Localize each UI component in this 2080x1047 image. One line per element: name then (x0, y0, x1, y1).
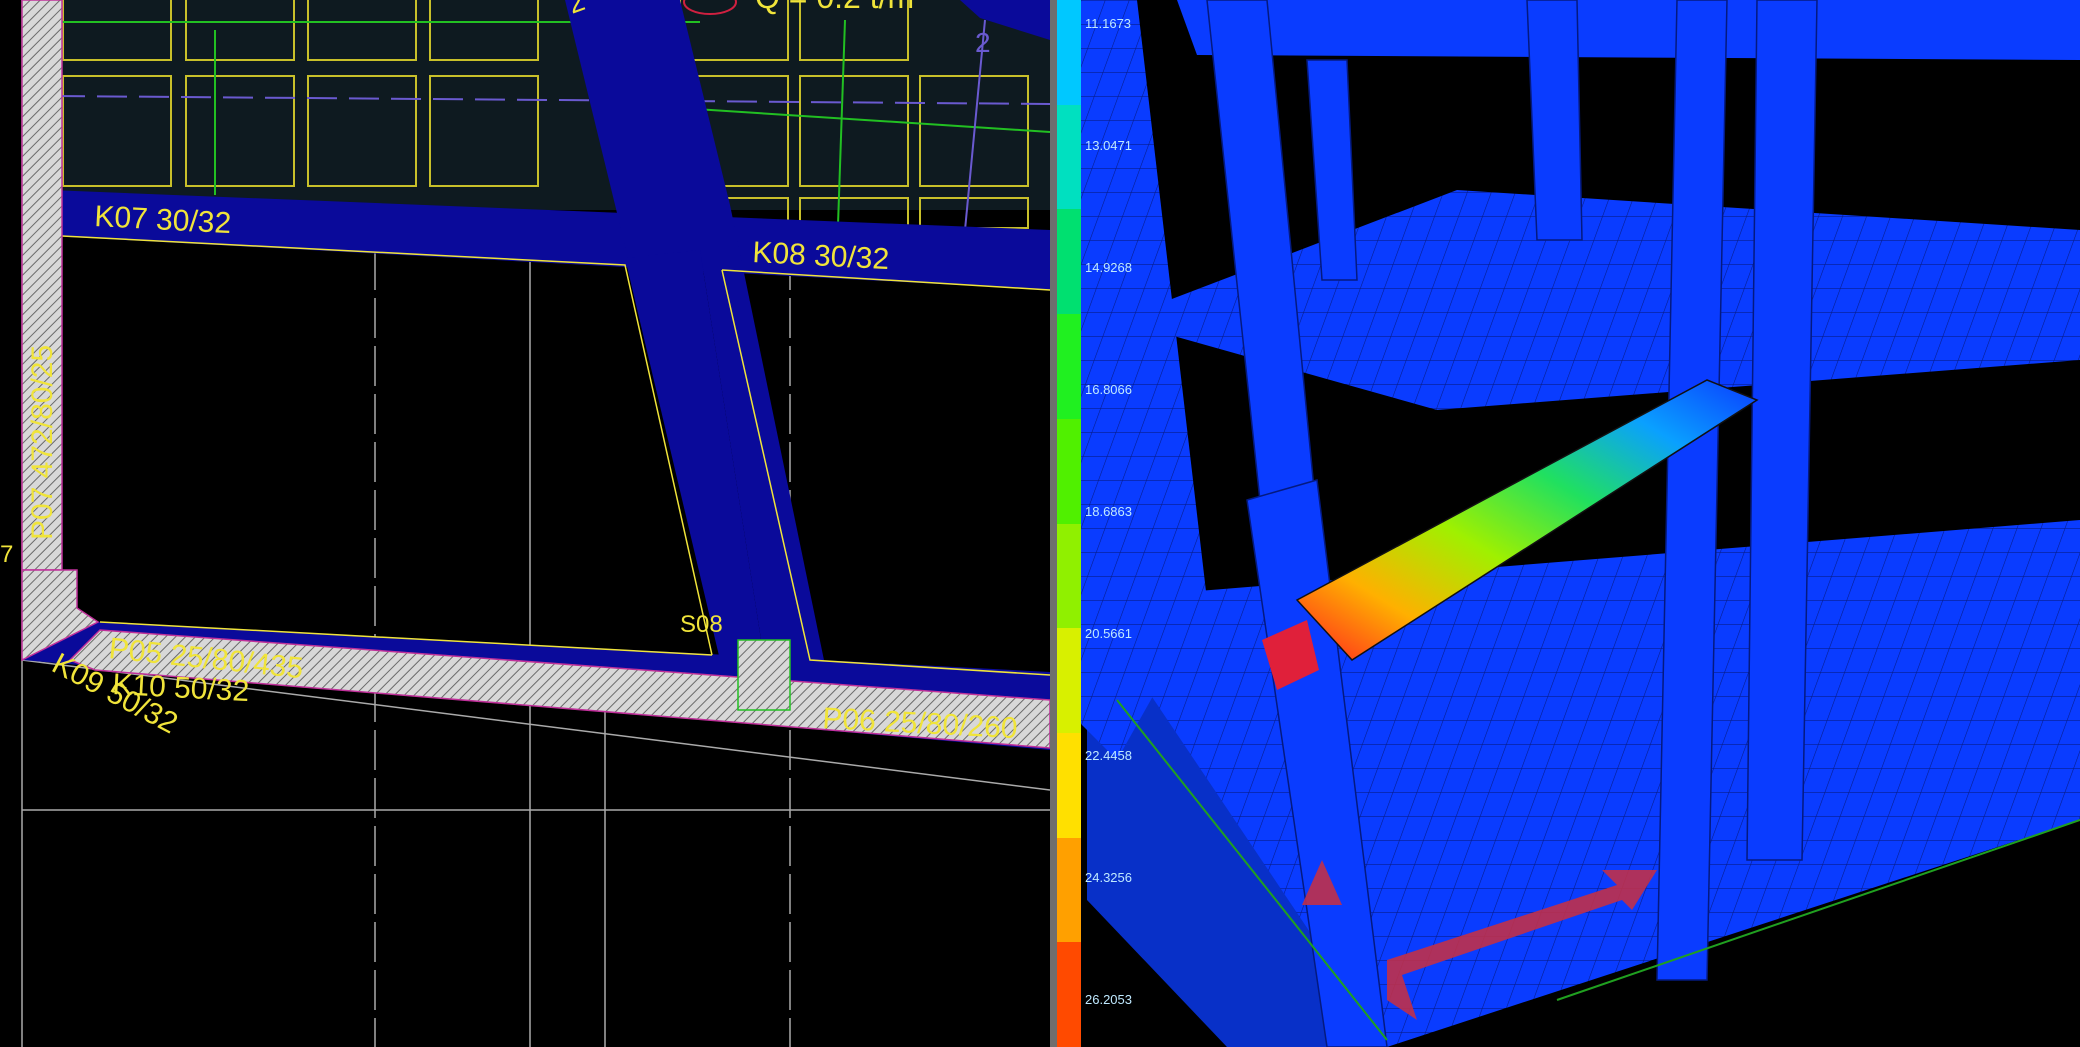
load-label: Q = 0.2 t/m (755, 0, 914, 15)
legend-value: 22.4458 (1085, 748, 1132, 763)
legend-value: 26.2053 (1085, 992, 1132, 1007)
slab-label-s08: S08 (680, 611, 723, 638)
column-label-p07: P07 472/80/25 (26, 345, 59, 540)
stress-legend: 11.1673 13.0471 14.9268 16.8066 18.6863 … (1057, 0, 1167, 1047)
3d-stress-model (1057, 0, 2080, 1047)
cad-plan-drawing: Q = 0.2 t/m 2 2 7 K07 30/32 K08 30/32 K0… (0, 0, 1050, 1047)
edge-number: 7 (0, 541, 13, 568)
axis-label-right: 2 (975, 27, 991, 58)
cad-plan-viewport[interactable]: Q = 0.2 t/m 2 2 7 K07 30/32 K08 30/32 K0… (0, 0, 1050, 1047)
legend-value: 18.6863 (1085, 504, 1132, 519)
legend-value: 13.0471 (1085, 138, 1132, 153)
3d-model-viewport[interactable]: 11.1673 13.0471 14.9268 16.8066 18.6863 … (1057, 0, 2080, 1047)
viewport-splitter[interactable] (1050, 0, 1057, 1047)
slab-area (50, 0, 1050, 210)
top-beam (1177, 0, 2080, 60)
legend-value: 20.5661 (1085, 626, 1132, 641)
legend-value: 24.3256 (1085, 870, 1132, 885)
column-s08 (737, 639, 791, 711)
legend-value: 11.1673 (1085, 16, 1131, 31)
legend-value: 16.8066 (1085, 382, 1132, 397)
legend-value: 14.9268 (1085, 260, 1132, 275)
